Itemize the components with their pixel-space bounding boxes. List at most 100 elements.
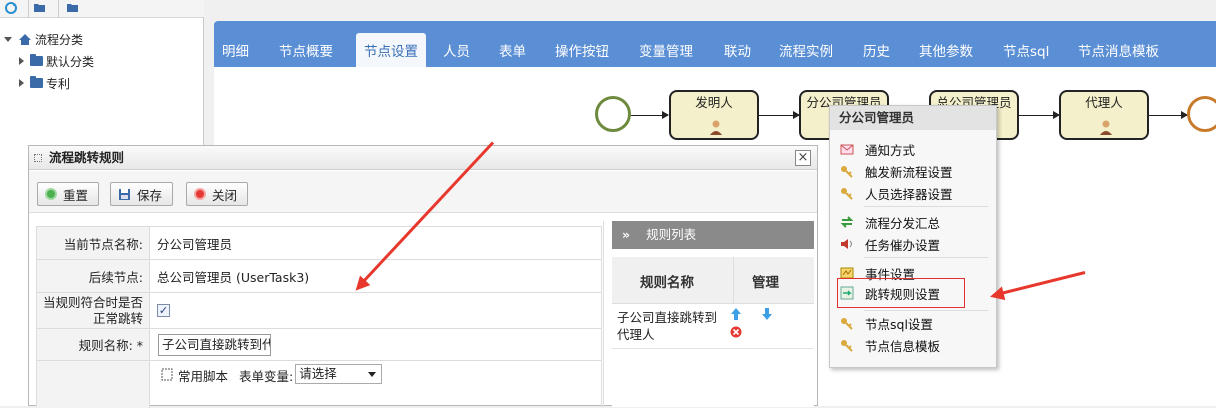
dialog-title[interactable]: 流程跳转规则: [29, 146, 817, 170]
menu-item-label: 通知方式: [865, 142, 916, 158]
script-label-cell: [37, 361, 150, 408]
menu-item-dispatch-summary[interactable]: 流程分发汇总: [840, 212, 940, 232]
task-node-agent[interactable]: 代理人: [1059, 90, 1149, 140]
col-rule-name: 规则名称: [640, 275, 694, 291]
menu-item-label: 节点信息模板: [865, 338, 941, 354]
menu-item-node-info-template[interactable]: 节点信息模板: [840, 335, 940, 355]
form-var-label: 表单变量:: [239, 369, 294, 384]
tab-node-sql[interactable]: 节点sql: [999, 39, 1053, 67]
dialog-toolbar: 重置 保存 关闭: [29, 171, 817, 213]
rule-row[interactable]: 子公司直接跳转到 代理人: [612, 305, 814, 349]
tab-form[interactable]: 表单: [495, 39, 530, 67]
tab-action-buttons[interactable]: 操作按钮: [551, 39, 613, 67]
task-node-inventor[interactable]: 发明人: [669, 90, 759, 140]
reset-button[interactable]: 重置: [37, 182, 100, 206]
reset-icon: [45, 188, 57, 200]
current-node-value: 分公司管理员: [157, 236, 233, 252]
tree-item-default[interactable]: 默认分类: [19, 51, 94, 71]
key-icon: [841, 318, 853, 330]
close-button[interactable]: 关闭: [186, 182, 249, 206]
tab-variables[interactable]: 变量管理: [635, 39, 697, 67]
context-menu-title: 分公司管理员: [830, 106, 996, 130]
rule-name-label: 规则名称: *: [37, 329, 150, 360]
refresh-icon[interactable]: [4, 2, 18, 14]
normal-jump-label-line1: 当规则符合时是否: [42, 294, 143, 310]
menu-separator: [864, 310, 988, 311]
tab-node-overview[interactable]: 节点概要: [275, 39, 337, 67]
form-var-selected: 请选择: [299, 366, 337, 381]
dialog-close-button[interactable]: ×: [795, 150, 811, 166]
form-row-next-node: 后续节点: 总公司管理员 (UserTask3): [37, 260, 602, 293]
tab-node-message-template[interactable]: 节点消息模板: [1074, 39, 1163, 67]
folder-icon: [30, 54, 43, 66]
menu-item-label: 人员选择器设置: [865, 186, 953, 202]
rule-form: 当前节点名称: 分公司管理员 后续节点: 总公司管理员 (UserTask3) …: [36, 226, 602, 408]
tree-root[interactable]: 流程分类: [4, 29, 83, 49]
move-down-icon[interactable]: [761, 307, 773, 321]
next-node-label: 后续节点:: [37, 260, 150, 292]
tab-detail[interactable]: 明细: [218, 39, 253, 67]
expand-icon[interactable]: [19, 79, 24, 87]
menu-item-trigger-new-flow[interactable]: 触发新流程设置: [840, 161, 953, 181]
menu-item-reminder[interactable]: 任务催办设置: [840, 234, 940, 254]
tab-history[interactable]: 历史: [859, 39, 894, 67]
flow-arrow: [631, 111, 669, 119]
tab-linkage[interactable]: 联动: [720, 39, 755, 67]
speaker-icon: [841, 239, 852, 249]
delete-icon[interactable]: [730, 326, 742, 338]
col-manage: 管理: [752, 275, 779, 291]
tab-node-settings[interactable]: 节点设置: [356, 33, 426, 67]
move-up-icon[interactable]: [730, 307, 742, 321]
vertical-divider: [603, 221, 604, 407]
normal-jump-checkbox[interactable]: ✓: [157, 304, 170, 317]
rule-row-name: 子公司直接跳转到 代理人: [617, 309, 717, 343]
flow-arrow: [1019, 111, 1060, 119]
form-row-normal-jump: 当规则符合时是否 正常跳转 ✓: [37, 293, 602, 329]
save-button[interactable]: 保存: [110, 182, 174, 206]
tab-personnel[interactable]: 人员: [439, 39, 474, 67]
next-node-value: 总公司管理员 (UserTask3): [157, 269, 310, 285]
menu-item-node-sql[interactable]: 节点sql设置: [840, 313, 933, 333]
floppy-icon: [119, 188, 130, 200]
chevron-down-icon: [368, 372, 377, 377]
normal-jump-field: ✓: [157, 293, 170, 328]
reset-label: 重置: [63, 187, 89, 203]
tree-toolbar: [0, 0, 204, 18]
user-icon: [1100, 120, 1112, 135]
tree-item-patent[interactable]: 专利: [19, 73, 70, 93]
menu-item-jump-rules[interactable]: 跳转规则设置: [840, 283, 940, 303]
expand-icon[interactable]: [19, 57, 24, 65]
form-var-select[interactable]: 请选择: [295, 364, 383, 384]
start-event[interactable]: [595, 96, 631, 132]
rules-list-header: » 规则列表: [612, 221, 814, 249]
menu-item-notify[interactable]: 通知方式: [840, 139, 915, 159]
flow-arrow: [759, 111, 800, 119]
mail-icon: [840, 144, 854, 155]
flow-arrow: [1149, 111, 1188, 119]
tree-item-label: 专利: [46, 76, 71, 91]
open-folder-icon[interactable]: [33, 2, 47, 14]
menu-item-person-selector[interactable]: 人员选择器设置: [840, 183, 953, 203]
key-icon: [841, 340, 853, 352]
menu-item-label: 跳转规则设置: [865, 286, 941, 302]
close-icon: [194, 188, 206, 200]
rule-name-field: 子公司直接跳转到代: [157, 329, 271, 360]
menu-item-label: 触发新流程设置: [865, 164, 953, 180]
rule-name-line1: 子公司直接跳转到: [617, 310, 718, 325]
double-chevron-icon: »: [622, 227, 631, 242]
common-script-link[interactable]: 常用脚本: [178, 366, 228, 385]
key-icon: [841, 188, 853, 200]
collapse-icon[interactable]: [4, 36, 12, 42]
drag-grip-icon[interactable]: [34, 154, 42, 162]
menu-item-label: 流程分发汇总: [865, 215, 941, 231]
form-row-script: 常用脚本 表单变量: 请选择: [37, 361, 602, 408]
jump-rule-dialog: 流程跳转规则 × 重置 保存 关闭 当前节点名称: 分公司管理员 后续节点: 总…: [28, 145, 818, 408]
tab-other-params[interactable]: 其他参数: [915, 39, 977, 67]
folder-icon[interactable]: [66, 2, 80, 14]
tab-flow-instances[interactable]: 流程实例: [775, 39, 837, 67]
rules-list-panel: » 规则列表 规则名称 管理 子公司直接跳转到 代理人: [612, 221, 814, 407]
user-icon: [710, 120, 722, 135]
rule-name-input[interactable]: 子公司直接跳转到代: [158, 333, 271, 356]
rules-list-title: 规则列表: [646, 227, 697, 242]
end-event[interactable]: [1187, 96, 1216, 132]
